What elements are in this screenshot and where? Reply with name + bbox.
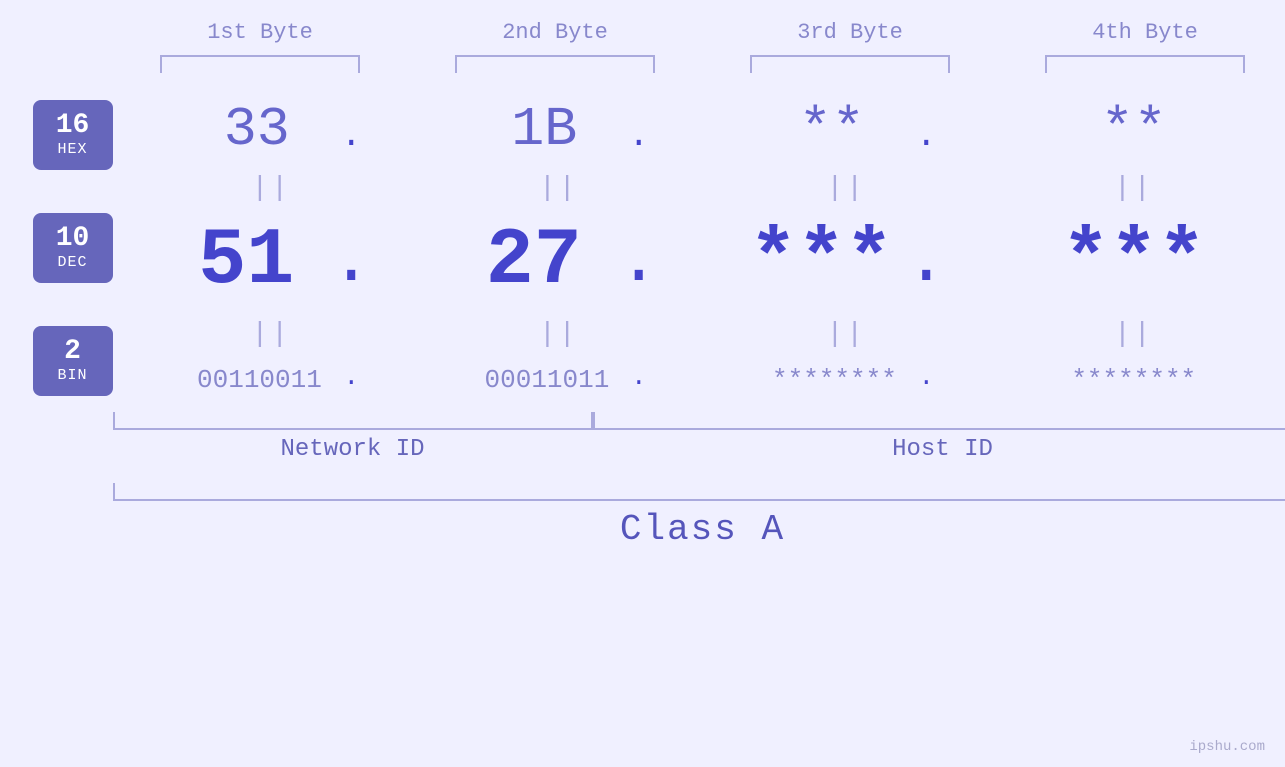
hex-label: HEX: [57, 141, 87, 158]
sep-1: || || || ||: [128, 171, 1278, 206]
class-label-row: Class A: [113, 509, 1285, 550]
byte-header-2: 2nd Byte: [420, 20, 690, 45]
bin-cell-3: ******** .: [714, 362, 979, 397]
hex-data-row: 33 . 1B . ** . **: [128, 88, 1278, 171]
hex-value-3: **: [752, 98, 912, 161]
hex-dot-1: .: [341, 116, 362, 161]
dec-cell-1: 51 .: [139, 216, 404, 307]
dec-number: 10: [56, 224, 90, 255]
bin-dot-3: .: [918, 362, 934, 397]
sep-2: || || || ||: [128, 317, 1278, 352]
data-rows-area: 33 . 1B . ** . ** || || ||: [128, 88, 1278, 407]
host-bracket: [593, 412, 1285, 430]
hex-value-2: 1B: [464, 98, 624, 161]
sep-bar-4: ||: [1001, 173, 1266, 204]
main-container: 1st Byte 2nd Byte 3rd Byte 4th Byte 16 H…: [0, 0, 1285, 767]
bin-dot-2: .: [631, 362, 647, 397]
network-bracket: [113, 412, 593, 430]
bracket-2: [455, 55, 655, 73]
dec-dot-2: .: [618, 223, 660, 307]
sep-bar-8: ||: [1001, 319, 1266, 350]
bin-data-row: 00110011 . 00011011 . ******** . *******…: [128, 352, 1278, 407]
dec-value-2: 27: [454, 216, 614, 307]
dec-data-row: 51 . 27 . *** . ***: [128, 206, 1278, 317]
hex-dot-2: .: [628, 116, 649, 161]
hex-value-1: 33: [177, 98, 337, 161]
bracket-1: [160, 55, 360, 73]
class-label: Class A: [620, 509, 785, 550]
hex-number: 16: [56, 111, 90, 142]
bin-cell-2: 00011011 .: [426, 362, 691, 397]
hex-cell-2: 1B .: [426, 98, 691, 161]
sep-bar-6: ||: [426, 319, 691, 350]
dec-cell-3: *** .: [714, 216, 979, 307]
network-id-label: Network ID: [113, 436, 593, 463]
dec-badge: 10 DEC: [33, 213, 113, 283]
bin-value-3: ********: [754, 365, 914, 395]
bin-value-1: 00110011: [179, 365, 339, 395]
bottom-section: Network ID Host ID: [113, 412, 1285, 463]
bin-cell-4: ********: [1001, 365, 1266, 395]
dec-dot-3: .: [905, 223, 947, 307]
bin-dot-1: .: [343, 362, 359, 397]
bin-value-2: 00011011: [467, 365, 627, 395]
dec-dot-1: .: [330, 223, 372, 307]
hex-cell-4: **: [1001, 98, 1266, 161]
hex-value-4: **: [1054, 98, 1214, 161]
bottom-brackets-row: [113, 412, 1285, 430]
hex-cell-1: 33 .: [139, 98, 404, 161]
base-labels-column: 16 HEX 10 DEC 2 BIN: [18, 88, 128, 407]
dec-value-4: ***: [1054, 216, 1214, 307]
sep-bar-1: ||: [139, 173, 404, 204]
hex-dot-3: .: [916, 116, 937, 161]
bin-label: BIN: [57, 367, 87, 384]
dec-cell-2: 27 .: [426, 216, 691, 307]
overall-bracket-row: [113, 483, 1285, 501]
bin-badge: 2 BIN: [33, 326, 113, 396]
byte-header-4: 4th Byte: [1010, 20, 1280, 45]
overall-bracket: [113, 483, 1285, 501]
watermark: ipshu.com: [1189, 739, 1265, 755]
hex-cell-3: ** .: [714, 98, 979, 161]
dec-value-1: 51: [166, 216, 326, 307]
bin-cell-1: 00110011 .: [139, 362, 404, 397]
byte-headers-row: 1st Byte 2nd Byte 3rd Byte 4th Byte: [113, 20, 1285, 45]
dec-label: DEC: [57, 254, 87, 271]
top-brackets: [113, 55, 1285, 73]
sep-bar-7: ||: [714, 319, 979, 350]
dec-cell-4: ***: [1001, 216, 1266, 307]
sep-bar-5: ||: [139, 319, 404, 350]
sep-bar-2: ||: [426, 173, 691, 204]
bin-value-4: ********: [1054, 365, 1214, 395]
main-grid: 16 HEX 10 DEC 2 BIN 33 . 1B: [18, 88, 1278, 407]
sep-bar-3: ||: [714, 173, 979, 204]
byte-header-3: 3rd Byte: [715, 20, 985, 45]
byte-header-1: 1st Byte: [125, 20, 395, 45]
bracket-3: [750, 55, 950, 73]
dec-value-3: ***: [741, 216, 901, 307]
hex-badge: 16 HEX: [33, 100, 113, 170]
bin-number: 2: [64, 337, 81, 368]
id-labels-row: Network ID Host ID: [113, 436, 1285, 463]
host-id-label: Host ID: [593, 436, 1285, 463]
bracket-4: [1045, 55, 1245, 73]
